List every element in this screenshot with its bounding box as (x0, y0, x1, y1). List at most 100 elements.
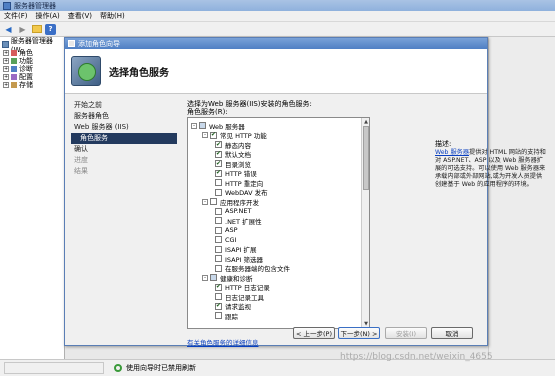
role-service-item[interactable]: ✔ 默认文档 (213, 150, 251, 159)
refresh-icon (114, 364, 122, 372)
role-service-item[interactable]: - Web 服务器 (191, 121, 245, 131)
step-before-you-begin[interactable]: 开始之前 (71, 100, 177, 111)
role-service-checkbox[interactable] (215, 236, 222, 243)
scroll-up-arrow-icon[interactable]: ▲ (363, 119, 369, 125)
role-service-label: 常见 HTTP 功能 (220, 132, 267, 140)
role-service-item[interactable]: 日志记录工具 (213, 292, 264, 302)
role-service-checkbox[interactable]: ✔ (215, 302, 222, 310)
role-service-item[interactable]: ✔ 静态内容 (213, 140, 251, 150)
collapse-icon[interactable]: - (202, 132, 208, 138)
role-service-item[interactable]: ISAPI 筛选器 (213, 254, 263, 264)
role-service-item[interactable]: - ✔ 常见 HTTP 功能 (202, 131, 267, 140)
description-title: 描述: (435, 140, 452, 148)
step-role-services[interactable]: 角色服务 (71, 133, 177, 144)
role-service-item[interactable]: 在服务器端的包含文件 (213, 264, 290, 273)
role-service-checkbox[interactable] (215, 264, 222, 272)
role-service-item[interactable]: - 应用程序开发 (202, 197, 259, 207)
tree-item-storage[interactable]: + 存储 (0, 81, 64, 89)
menu-action[interactable]: 操作(A) (36, 11, 60, 21)
diagnostics-icon (11, 66, 17, 72)
role-service-checkbox[interactable] (215, 226, 222, 234)
role-service-item[interactable]: ✔ HTTP 错误 (213, 169, 257, 178)
expand-icon[interactable]: + (3, 82, 9, 88)
step-web-server-iis[interactable]: Web 服务器 (IIS) (71, 122, 177, 133)
role-service-label: 默认文档 (225, 151, 251, 159)
role-service-item[interactable]: .NET 扩展性 (213, 216, 262, 226)
next-button[interactable]: 下一步(N) > (338, 327, 380, 339)
role-service-checkbox[interactable] (210, 274, 217, 281)
back-arrow-icon[interactable]: ◀ (3, 24, 14, 35)
role-service-label: HTTP 日志记录 (225, 284, 270, 292)
menu-help[interactable]: 帮助(H) (100, 11, 125, 21)
step-server-roles[interactable]: 服务器角色 (71, 111, 177, 122)
role-services-label: 角色服务(R): (187, 108, 228, 116)
role-service-checkbox[interactable] (215, 217, 222, 224)
role-service-label: ISAPI 扩展 (225, 246, 257, 254)
collapse-icon[interactable]: - (191, 122, 197, 129)
wizard-icon (68, 40, 75, 47)
role-service-label: HTTP 重定向 (225, 179, 264, 188)
previous-button[interactable]: < 上一步(P) (293, 327, 335, 339)
wizard-steps: 开始之前 服务器角色 Web 服务器 (IIS) 角色服务 确认 进度 结果 (71, 100, 177, 177)
role-service-label: Web 服务器 (209, 122, 245, 131)
role-service-checkbox[interactable]: ✔ (210, 131, 217, 139)
role-service-label: ASP.NET (225, 207, 252, 215)
role-service-checkbox[interactable] (215, 255, 222, 262)
wizard-page-title: 选择角色服务 (109, 67, 169, 79)
role-service-item[interactable]: 跟踪 (213, 311, 238, 321)
install-button: 安装(I) (385, 327, 427, 339)
navigation-tree: 服务器管理器 (W + 角色 + 功能 + 诊断 + 配置 + 存储 (0, 37, 65, 359)
role-service-item[interactable]: HTTP 重定向 (213, 178, 264, 188)
role-service-label: 在服务器端的包含文件 (225, 265, 290, 273)
role-service-checkbox[interactable] (215, 312, 222, 319)
role-service-label: 请求监视 (225, 303, 251, 311)
role-service-label: CGI (225, 235, 237, 244)
server-manager-titlebar: 服务器管理器 (0, 0, 555, 11)
role-service-item[interactable]: ✔ HTTP 日志记录 (213, 283, 270, 292)
scrollbar[interactable]: ▲ ▼ (361, 118, 369, 328)
role-services-icon (71, 56, 101, 86)
menu-view[interactable]: 查看(V) (68, 11, 92, 21)
role-service-item[interactable]: ✔ 请求监视 (213, 302, 251, 311)
role-services-list[interactable]: ▲ ▼ - Web 服务器 - ✔ 常见 HTTP 功能 ✔ 静态内容 ✔ 默认文档 ✔ 目录浏览 ✔… (187, 117, 370, 329)
role-service-item[interactable]: ✔ 目录浏览 (213, 159, 251, 169)
forward-arrow-icon[interactable]: ▶ (17, 24, 28, 35)
more-info-link[interactable]: 有关角色服务的详细信息 (187, 337, 259, 347)
folder-icon[interactable] (31, 24, 42, 35)
help-icon[interactable]: ? (45, 23, 56, 35)
role-service-checkbox[interactable] (210, 198, 217, 205)
step-confirmation[interactable]: 确认 (71, 144, 177, 155)
menu-file[interactable]: 文件(F) (4, 11, 28, 21)
expand-icon[interactable]: + (3, 50, 9, 56)
role-service-item[interactable]: ASP (213, 226, 238, 235)
role-service-checkbox[interactable]: ✔ (215, 141, 222, 148)
expand-icon[interactable]: + (3, 58, 9, 64)
role-service-checkbox[interactable] (215, 207, 222, 215)
role-service-item[interactable]: WebDAV 发布 (213, 188, 268, 197)
configuration-icon (11, 74, 17, 80)
expand-icon[interactable]: + (3, 66, 9, 72)
role-service-checkbox[interactable] (215, 188, 222, 196)
role-service-checkbox[interactable]: ✔ (215, 283, 222, 291)
collapse-icon[interactable]: - (202, 274, 208, 281)
role-service-checkbox[interactable] (199, 122, 206, 129)
cancel-button[interactable]: 取消 (431, 327, 473, 339)
role-service-item[interactable]: ASP.NET (213, 207, 252, 216)
role-service-item[interactable]: CGI (213, 235, 237, 244)
role-service-checkbox[interactable]: ✔ (215, 169, 222, 177)
role-service-checkbox[interactable]: ✔ (215, 160, 222, 167)
description-body: Web 服务器提供对 HTML 网站的支持和对 ASP.NET、ASP 以及 W… (435, 149, 547, 189)
role-service-checkbox[interactable]: ✔ (215, 150, 222, 158)
role-service-item[interactable]: ISAPI 扩展 (213, 245, 257, 254)
role-service-checkbox[interactable] (215, 245, 222, 253)
menu-bar: 文件(F) 操作(A) 查看(V) 帮助(H) (0, 11, 555, 22)
role-service-checkbox[interactable] (215, 179, 222, 186)
role-service-checkbox[interactable] (215, 293, 222, 300)
role-service-item[interactable]: - 健康和诊断 (202, 273, 253, 283)
description-link[interactable]: Web 服务器 (435, 149, 469, 156)
tree-item-label: 存储 (19, 81, 33, 89)
expand-icon[interactable]: + (3, 74, 9, 80)
collapse-icon[interactable]: - (202, 198, 208, 205)
toolbar: ◀ ▶ ? (0, 22, 555, 37)
scroll-thumb[interactable] (363, 126, 369, 190)
